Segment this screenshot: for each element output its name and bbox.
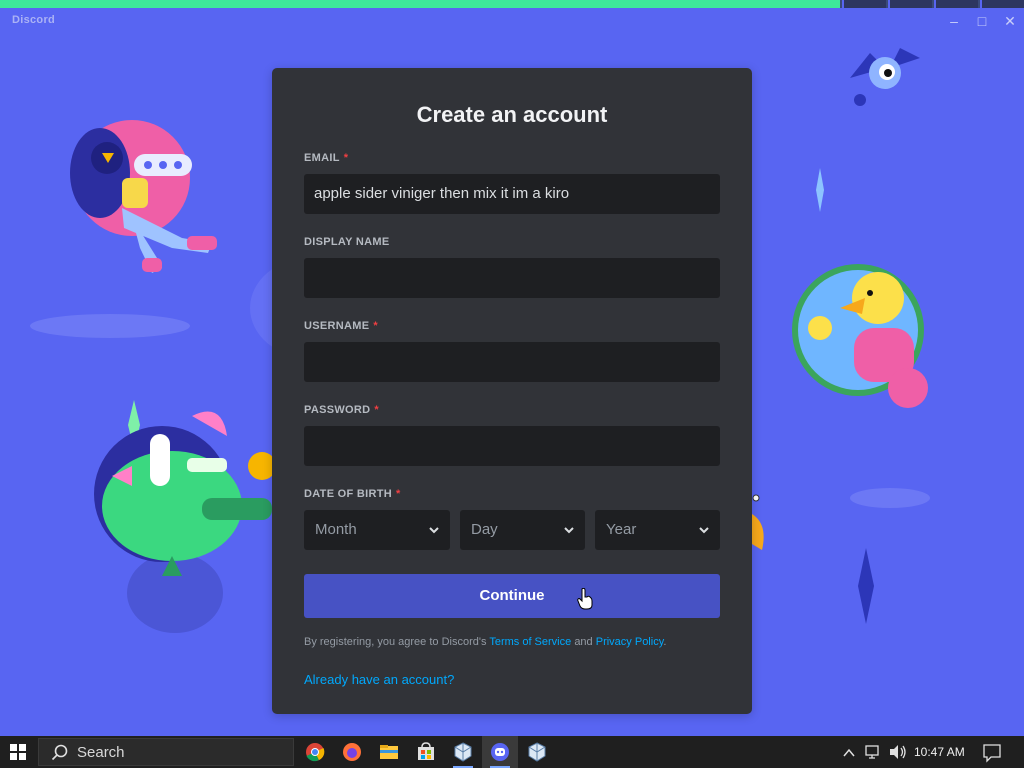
chrome-icon [306,743,325,762]
bat-creature-illustration [850,48,920,106]
display-name-label: DISPLAY NAME [304,236,390,248]
taskbar-search-label: Search [77,744,125,761]
username-label: USERNAME * [304,320,378,332]
virtualbox-icon [454,742,472,762]
required-mark: * [374,404,379,416]
yellow-duck-illustration [792,264,928,408]
taskbar-app-discord[interactable] [482,736,518,768]
green-dino-illustration [94,411,272,576]
sparkle-star-icon [858,548,874,624]
strip-segment [980,0,1024,8]
notification-center-icon[interactable] [982,736,1002,768]
hand-cursor-icon [577,588,593,610]
search-icon [51,744,68,761]
username-label-text: USERNAME [304,320,370,332]
email-field[interactable]: apple sider viniger then mix it im a kir… [304,174,720,214]
date-of-birth-label-text: DATE OF BIRTH [304,488,393,500]
firefox-icon [343,743,361,761]
store-icon [418,742,434,760]
orange-creature-partial-illustration [752,494,764,550]
display-name-label-text: DISPLAY NAME [304,236,390,248]
month-select-value: Month [315,521,357,538]
email-label: EMAIL * [304,152,348,164]
username-field[interactable] [304,342,720,382]
strip-segment [888,0,932,8]
discord-window: Discord – □ ✕ Create an account EMAIL * … [0,8,1024,736]
login-link[interactable]: Already have an account? [304,672,454,687]
password-label-text: PASSWORD [304,404,371,416]
year-select-value: Year [606,521,637,538]
required-mark: * [343,152,349,164]
continue-button[interactable]: Continue [304,574,720,618]
install-progress-fill [0,0,840,8]
chevron-down-icon [564,527,574,534]
start-button[interactable] [0,736,36,768]
virtualbox-icon [528,742,546,762]
girl-with-phone-illustration [70,120,217,273]
password-field[interactable] [304,426,720,466]
terms-of-service-link[interactable]: Terms of Service [489,636,571,648]
terms-notice: By registering, you agree to Discord's T… [304,636,666,648]
continue-button-label: Continue [479,587,545,604]
day-select-value: Day [471,521,498,538]
windows-logo-icon [10,744,26,760]
taskbar-app-file-explorer[interactable] [371,736,407,768]
file-explorer-icon [380,745,398,759]
network-icon[interactable] [864,736,882,768]
strip-segment [934,0,978,8]
taskbar-clock[interactable]: 10:47 AM [914,745,965,759]
terms-suffix: . [663,636,667,648]
required-mark: * [396,488,401,500]
taskbar-app-store[interactable] [408,736,444,768]
month-select[interactable]: Month [304,510,450,550]
year-select[interactable]: Year [595,510,720,550]
discord-icon [491,743,509,761]
required-mark: * [373,320,378,332]
show-hidden-icons-chevron-icon[interactable] [842,736,856,768]
chevron-down-icon [429,527,439,534]
email-label-text: EMAIL [304,152,340,164]
date-of-birth-label: DATE OF BIRTH * [304,488,401,500]
strip-segment [842,0,886,8]
display-name-field[interactable] [304,258,720,298]
volume-icon[interactable] [888,736,908,768]
day-select[interactable]: Day [460,510,585,550]
password-label: PASSWORD * [304,404,379,416]
sparkle-star-icon [816,168,824,212]
taskbar: Search 10:47 AM [0,736,1024,768]
privacy-policy-link[interactable]: Privacy Policy [596,636,664,648]
taskbar-app-firefox[interactable] [334,736,370,768]
page-title: Create an account [416,102,608,127]
chevron-down-icon [699,527,709,534]
create-account-modal: Create an account EMAIL * apple sider vin… [272,68,752,714]
taskbar-search-box[interactable]: Search [38,738,294,766]
terms-and: and [574,636,593,648]
taskbar-app-virtualbox-2[interactable] [519,736,555,768]
terms-prefix: By registering, you agree to Discord's [304,636,487,648]
top-progress-strip [0,0,1024,8]
taskbar-app-virtualbox[interactable] [445,736,481,768]
taskbar-app-chrome[interactable] [297,736,333,768]
